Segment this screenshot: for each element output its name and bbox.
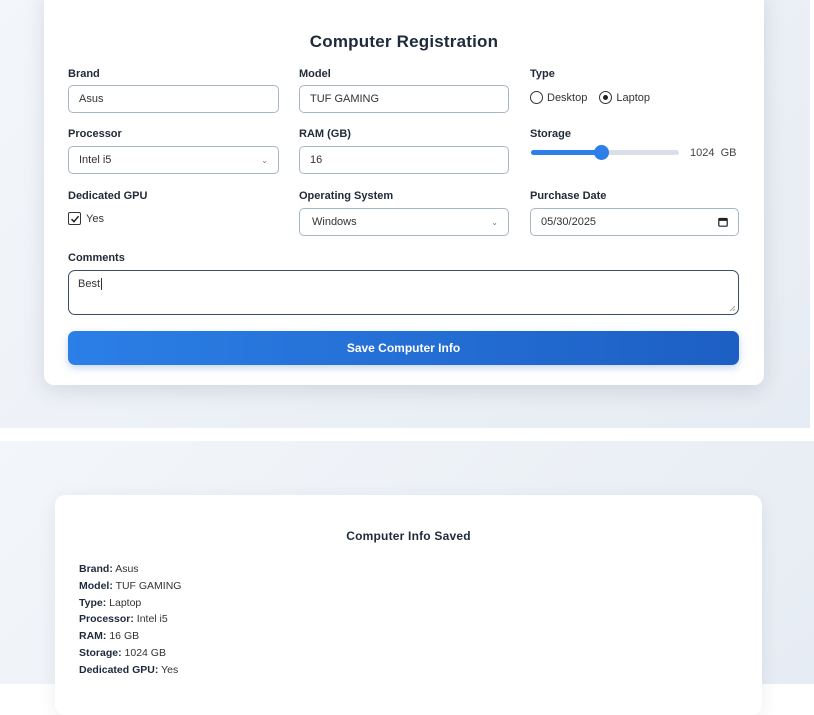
os-label: Operating System — [299, 190, 394, 202]
gpu-checkbox-row: Yes — [68, 212, 104, 225]
summary-row: Processor: Intel i5 — [79, 611, 181, 628]
storage-value: 1024 — [690, 147, 715, 159]
checkmark-icon — [70, 215, 79, 223]
summary-row: Model: TUF GAMING — [79, 578, 181, 595]
brand-value: Asus — [79, 93, 104, 105]
processor-value: Intel i5 — [79, 154, 112, 166]
summary-value: 1024 GB — [124, 646, 166, 659]
model-value: TUF GAMING — [310, 93, 380, 105]
saved-summary: Brand: Asus Model: TUF GAMING Type: Lapt… — [79, 561, 181, 679]
gpu-checkbox-label: Yes — [86, 212, 104, 225]
os-value: Windows — [312, 216, 357, 228]
summary-value: Intel i5 — [136, 613, 168, 626]
purchase-date-input[interactable]: 05/30/2025 — [530, 208, 739, 236]
summary-key: Model: — [79, 579, 113, 592]
processor-label: Processor — [68, 128, 122, 140]
saved-title: Computer Info Saved — [346, 529, 471, 543]
storage-slider[interactable] — [531, 145, 679, 160]
summary-value: Asus — [115, 563, 139, 575]
summary-value: Laptop — [109, 596, 142, 609]
summary-row: Type: Laptop — [79, 595, 181, 612]
save-computer-info-button[interactable]: Save Computer Info — [68, 331, 739, 365]
gpu-label: Dedicated GPU — [68, 190, 148, 202]
summary-row: RAM: 16 GB — [79, 628, 181, 645]
ram-label: RAM (GB) — [299, 128, 351, 140]
storage-slider-fill — [531, 150, 601, 155]
comments-label: Comments — [68, 252, 125, 264]
registration-card: Computer Registration Brand Asus Model T… — [44, 0, 764, 385]
comments-value: Best — [78, 278, 101, 290]
form-panel: Computer Registration Brand Asus Model T… — [0, 0, 810, 428]
radio-laptop-label: Laptop — [616, 91, 651, 104]
chevron-down-icon: ⌄ — [261, 155, 268, 165]
os-select[interactable]: Windows ⌄ — [299, 208, 509, 236]
summary-key: Processor: — [79, 613, 134, 626]
radio-desktop[interactable] — [530, 91, 543, 104]
purchase-date-label: Purchase Date — [530, 190, 607, 202]
storage-unit: GB — [720, 147, 737, 159]
comments-textarea[interactable]: Best — [68, 270, 739, 315]
storage-slider-thumb[interactable] — [593, 145, 609, 160]
saved-info-card: Computer Info Saved Brand: Asus Model: T… — [55, 495, 762, 715]
purchase-date-value: 05/30/2025 — [541, 216, 597, 228]
summary-key: RAM: — [79, 630, 107, 643]
summary-value: TUF GAMING — [115, 579, 182, 592]
resize-handle-icon[interactable] — [729, 305, 736, 312]
processor-select[interactable]: Intel i5 ⌄ — [68, 146, 279, 174]
summary-key: Dedicated GPU: — [79, 663, 159, 676]
form-title: Computer Registration — [309, 32, 499, 51]
model-input[interactable]: TUF GAMING — [299, 85, 509, 113]
text-cursor — [101, 278, 103, 290]
calendar-icon[interactable] — [718, 217, 728, 227]
summary-key: Brand: — [79, 563, 113, 575]
type-radio-group: Desktop Laptop — [530, 91, 662, 104]
chevron-down-icon: ⌄ — [491, 217, 498, 227]
storage-label: Storage — [530, 128, 571, 140]
ram-input[interactable]: 16 — [299, 146, 509, 174]
ram-value: 16 — [310, 154, 323, 166]
radio-desktop-label: Desktop — [547, 91, 588, 104]
radio-selected-dot — [603, 95, 609, 100]
brand-input[interactable]: Asus — [68, 85, 279, 113]
gpu-checkbox[interactable] — [68, 212, 81, 225]
summary-row: Storage: 1024 GB — [79, 645, 181, 662]
summary-row: Brand: Asus — [79, 561, 181, 578]
storage-readout: 1024 GB — [690, 147, 737, 159]
model-label: Model — [299, 68, 331, 80]
summary-value: Yes — [161, 663, 179, 676]
summary-row: Dedicated GPU: Yes — [79, 662, 181, 679]
summary-key: Type: — [79, 596, 107, 609]
brand-label: Brand — [68, 68, 100, 80]
type-label: Type — [530, 68, 555, 80]
summary-value: 16 GB — [109, 630, 140, 643]
summary-key: Storage: — [79, 646, 122, 659]
radio-laptop[interactable] — [599, 91, 613, 104]
